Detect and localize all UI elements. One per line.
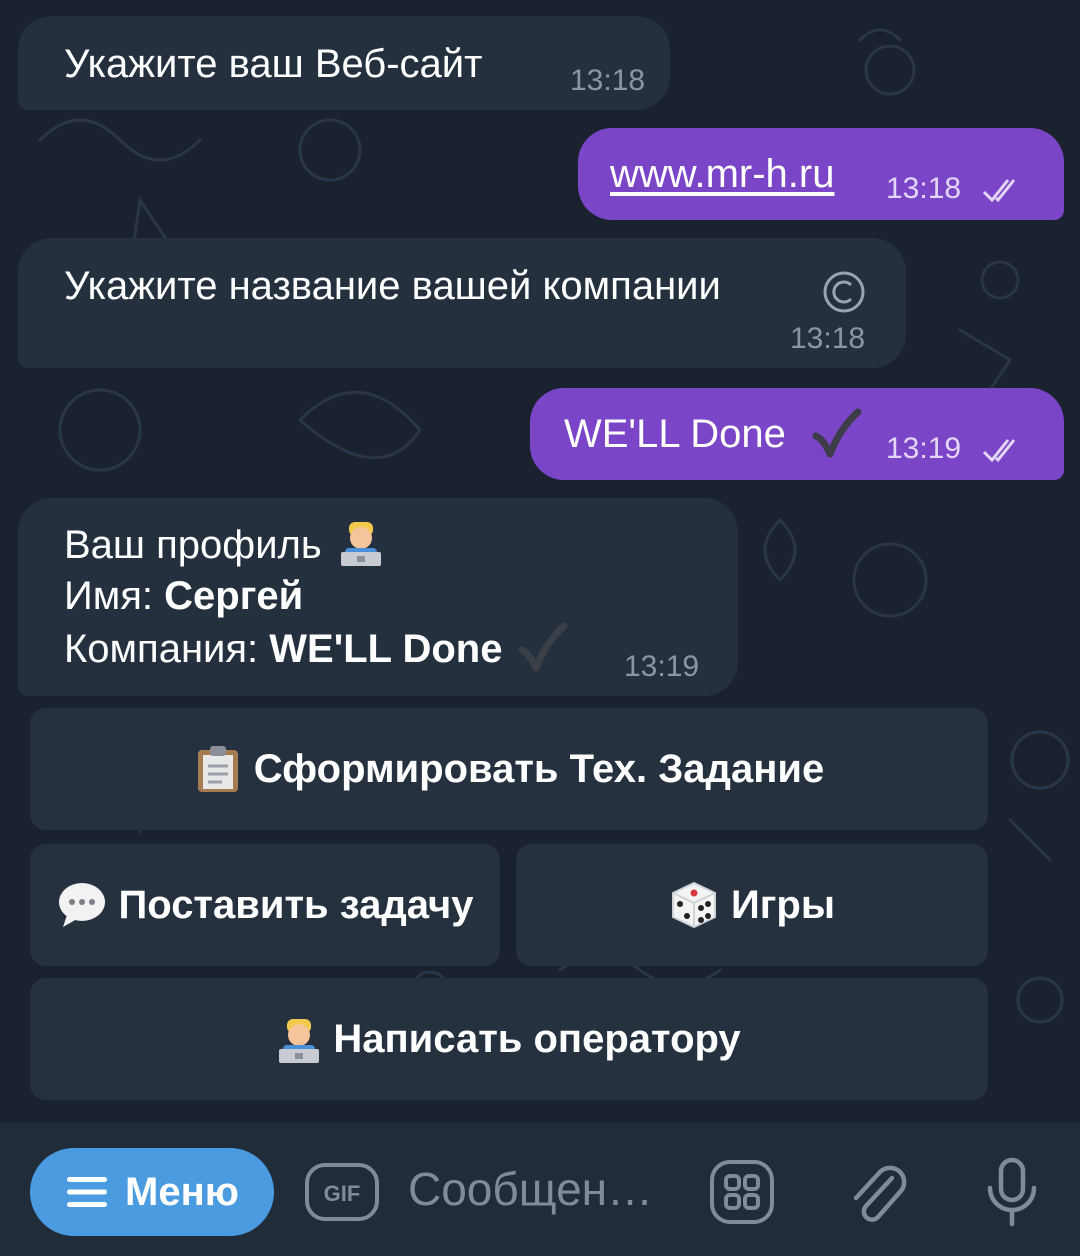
message-time: 13:18 (886, 172, 962, 205)
menu-icon (67, 1177, 108, 1207)
attach-icon[interactable] (846, 1158, 910, 1230)
message-outgoing-company[interactable]: WE'LL Done 13:19 (530, 388, 1064, 480)
check-mark-icon (518, 622, 568, 672)
gif-icon[interactable]: GIF (304, 1162, 380, 1222)
read-double-check-icon (982, 439, 1016, 463)
button-label: Написать оператору (333, 1016, 741, 1061)
man-technologist-icon (279, 1019, 320, 1063)
button-create-spec[interactable]: Сформировать Тех. Задание (30, 708, 988, 830)
name-label: Имя: (64, 574, 165, 618)
profile-line: Ваш профиль (64, 518, 383, 571)
profile-company-line: Компания: WE'LL Done (64, 622, 568, 675)
company-label: Компания: (64, 627, 270, 671)
message-incoming-profile[interactable]: Ваш профиль Имя: Сергей Компания: WE'LL … (18, 498, 738, 696)
message-time: 13:19 (624, 650, 700, 683)
button-set-task[interactable]: Поставить задачу (30, 844, 500, 966)
button-games[interactable]: Игры (516, 844, 988, 966)
button-label: Поставить задачу (118, 882, 474, 927)
clipboard-icon (197, 746, 238, 792)
message-text: Укажите ваш Веб-сайт (64, 42, 483, 86)
message-input[interactable]: Сообщен… (408, 1162, 653, 1216)
website-link[interactable]: www.mr-h.ru (610, 148, 834, 200)
message-incoming-website-prompt[interactable]: Укажите ваш Веб-сайт 13:18 (18, 16, 670, 110)
speech-bubble-icon (58, 883, 105, 927)
copyright-icon (823, 271, 865, 313)
man-technologist-icon (340, 522, 381, 566)
message-time: 13:18 (570, 64, 646, 97)
button-label: Сформировать Тех. Задание (253, 746, 825, 791)
profile-name-line: Имя: Сергей (64, 570, 303, 622)
message-outgoing-website[interactable]: www.mr-h.ru 13:18 (578, 128, 1064, 220)
message-incoming-company-prompt[interactable]: Укажите название вашей компании 13:18 (18, 238, 906, 368)
company-value: WE'LL Done (269, 627, 503, 671)
name-value: Сергей (164, 574, 304, 618)
message-text: Укажите название вашей компании (64, 264, 721, 308)
profile-title: Ваш профиль (64, 523, 322, 567)
menu-label: Меню (125, 1169, 239, 1214)
check-mark-icon (812, 408, 862, 458)
dice-icon (671, 881, 716, 929)
gif-label: GIF (324, 1181, 361, 1206)
read-double-check-icon (982, 179, 1016, 203)
button-label: Игры (730, 882, 835, 927)
message-time: 13:18 (790, 322, 866, 355)
message-text: WE'LL Done (564, 412, 786, 456)
menu-button[interactable]: Меню (30, 1148, 274, 1236)
microphone-icon[interactable] (984, 1156, 1040, 1230)
message-time: 13:19 (886, 432, 962, 465)
sticker-icon[interactable] (708, 1158, 776, 1226)
button-write-operator[interactable]: Написать оператору (30, 978, 988, 1100)
